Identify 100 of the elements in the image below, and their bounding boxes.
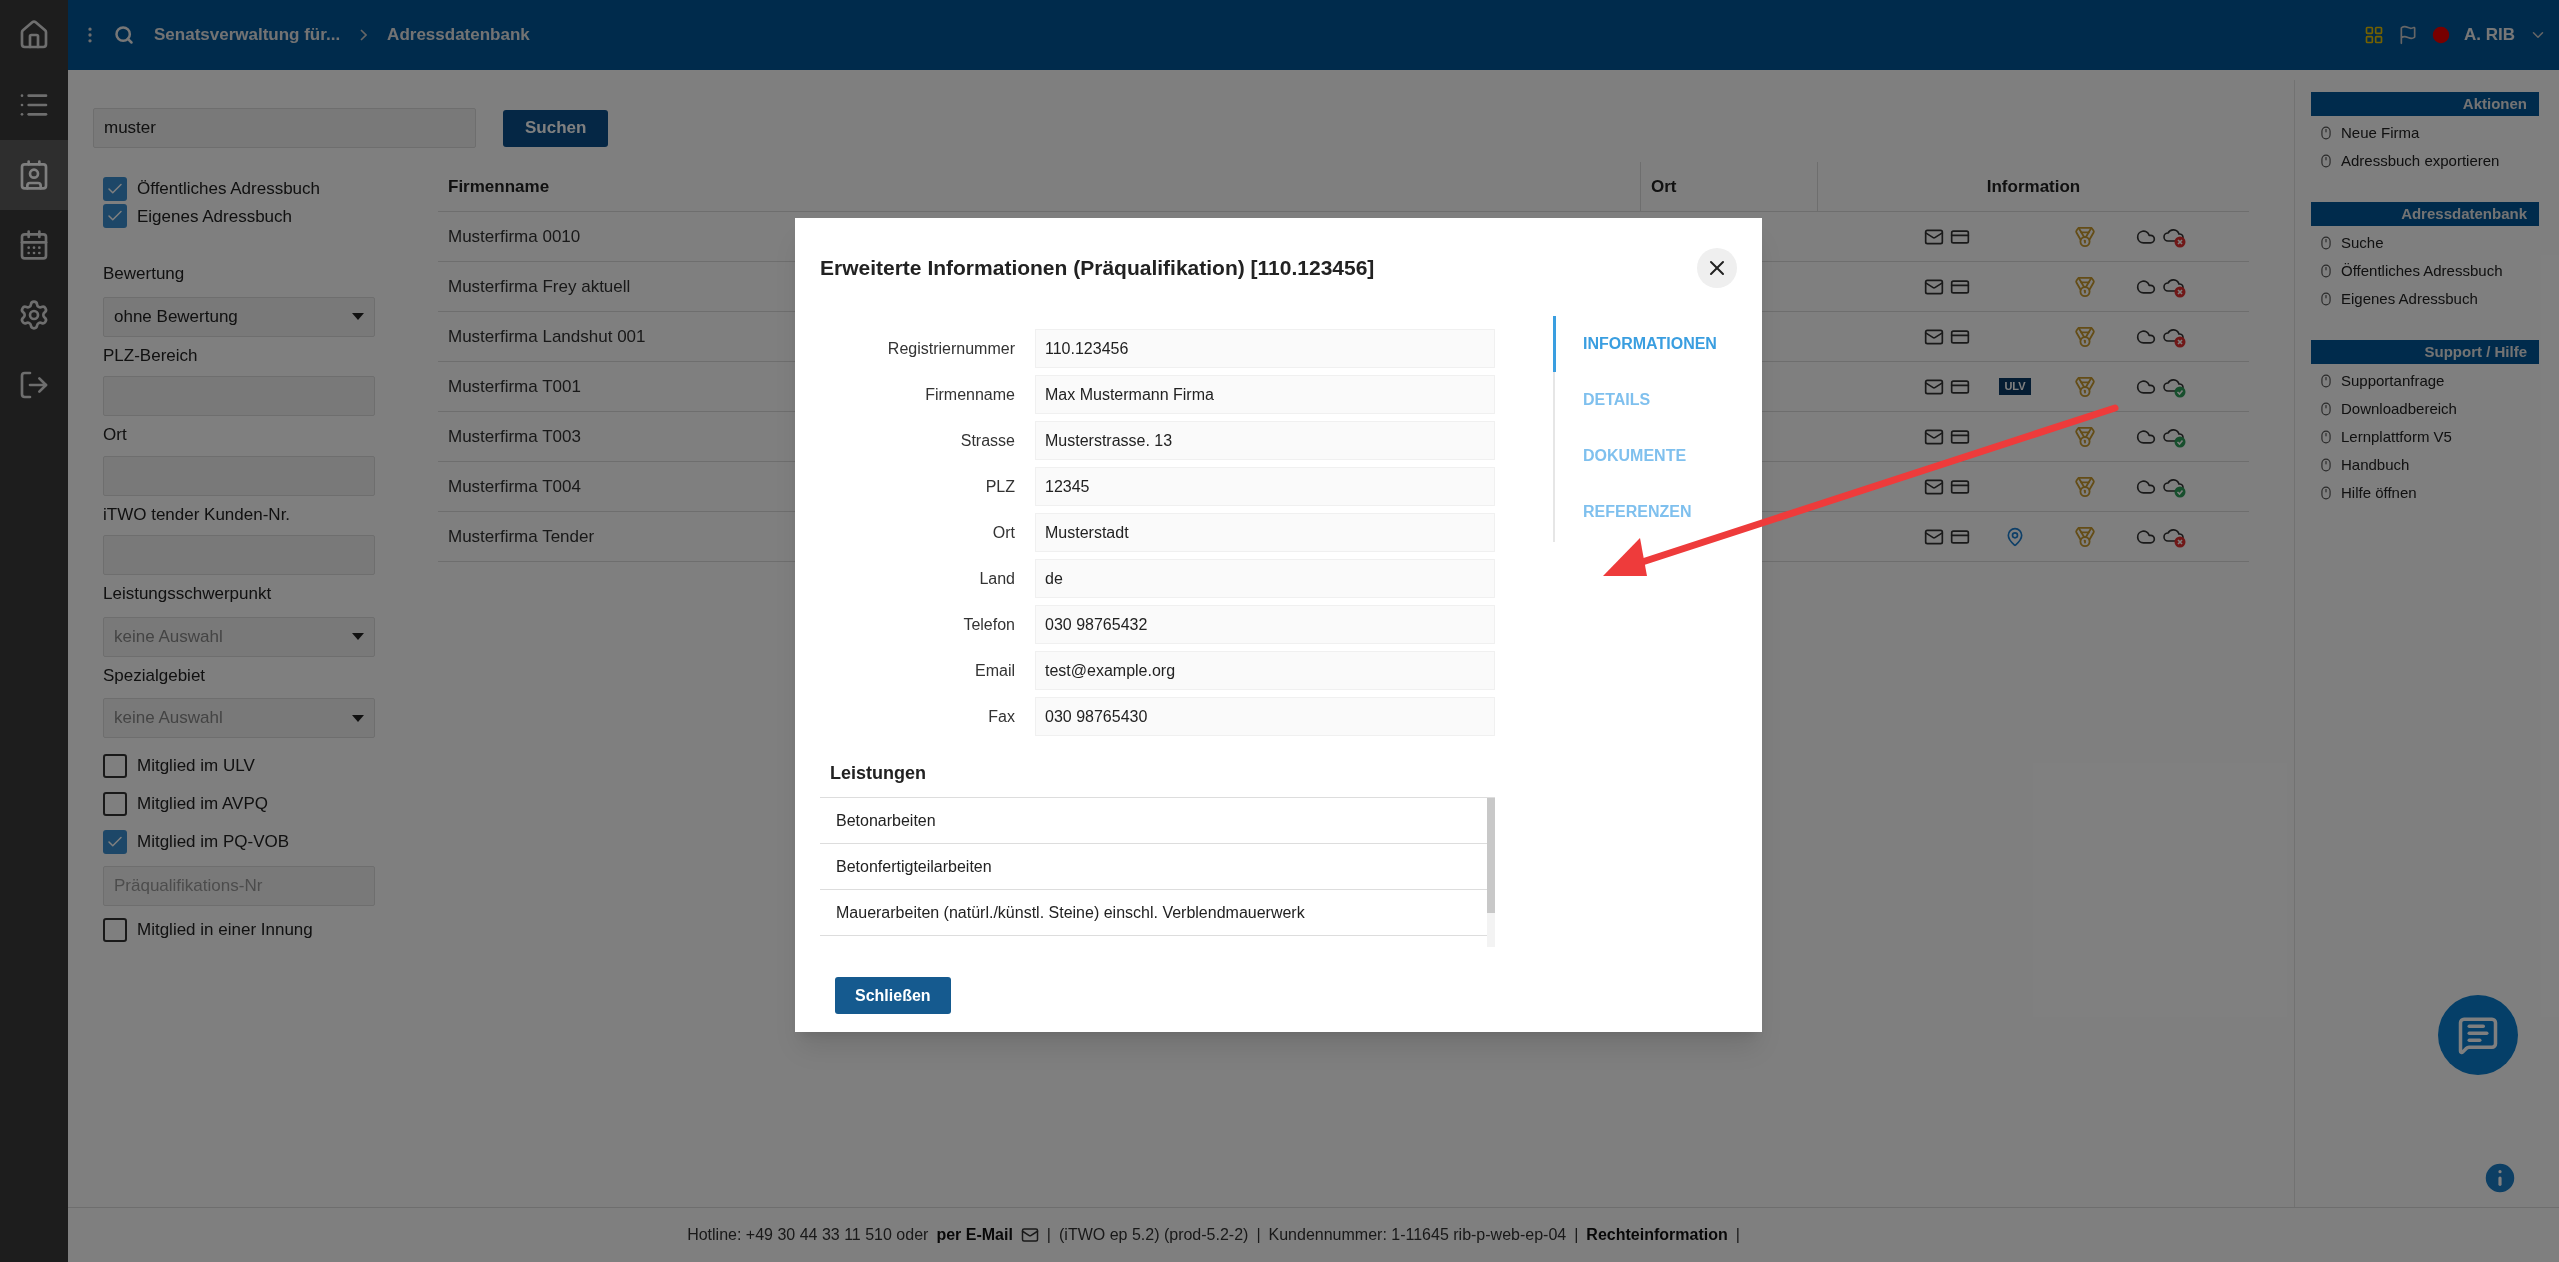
sidebar-link[interactable]: Öffentliches Adressbuch <box>2311 260 2539 282</box>
section-header: Adressdatenbank <box>2311 202 2539 226</box>
column-header[interactable]: Firmenname <box>448 173 550 200</box>
checkbox[interactable] <box>103 918 127 942</box>
checkbox-label: Mitglied in einer Innung <box>137 919 313 942</box>
email-link[interactable]: per E-Mail <box>936 1223 1013 1247</box>
field-value: 110.123456 <box>1035 329 1495 368</box>
checkbox[interactable] <box>103 830 127 854</box>
column-header[interactable]: Information <box>1986 173 2081 200</box>
sidebar-link[interactable]: Suche <box>2311 232 2539 254</box>
field-value: test@example.org <box>1035 651 1495 690</box>
table-cell: Musterfirma T001 <box>448 376 581 396</box>
search-button[interactable]: Suchen <box>503 109 609 147</box>
column-header[interactable]: Ort <box>1651 173 1677 200</box>
mouse-icon <box>2319 486 2333 500</box>
table-cell: Musterfirma Frey aktuell <box>448 276 631 296</box>
caret-icon <box>352 633 364 640</box>
checkbox-label: Mitglied im ULV <box>137 755 255 778</box>
field-label: Ort <box>991 522 1016 543</box>
table-cell: Musterfirma T004 <box>448 476 581 496</box>
search-field[interactable]: muster <box>93 108 476 148</box>
mouse-icon <box>2319 126 2333 140</box>
scrollbar[interactable] <box>1487 798 1495 947</box>
caret-icon <box>352 714 364 722</box>
field-label: PLZ <box>984 476 1016 497</box>
sidebar-link[interactable]: Handbuch <box>2311 454 2539 476</box>
close-dialog-button[interactable]: Schließen <box>835 977 951 1014</box>
field-value: 12345 <box>1035 467 1495 506</box>
table-cell: Musterfirma Tender <box>448 526 595 546</box>
field-value: Max Mustermann Firma <box>1035 375 1495 414</box>
checkbox[interactable] <box>103 204 127 229</box>
breadcrumb-item[interactable]: Senatsverwaltung für... <box>154 22 341 48</box>
field-label: Firmenname <box>924 384 1016 405</box>
calendar-icon <box>18 229 50 261</box>
field-label: Registriernummer <box>886 338 1016 359</box>
checkbox-label: Mitglied im PQ-VOB <box>137 831 290 854</box>
section-title: Leistungen <box>830 762 927 785</box>
sidebar-link[interactable]: Supportanfrage <box>2311 370 2539 392</box>
breadcrumb-item[interactable]: Adressdatenbank <box>387 22 530 48</box>
sidebar-link[interactable]: Eigenes Adressbuch <box>2311 288 2539 310</box>
checkbox-label: Eigenes Adressbuch <box>137 205 292 228</box>
badge: ULV <box>1999 378 2031 395</box>
separator: | <box>1256 1225 1261 1245</box>
settings-icon <box>18 299 50 331</box>
mouse-icon <box>2319 402 2333 416</box>
field-value: Musterstadt <box>1035 513 1495 552</box>
footer-text: (iTWO ep 5.2) (prod-5.2-2) <box>1059 1225 1249 1245</box>
filter-label: iTWO tender Kunden-Nr. <box>103 503 292 526</box>
field-value: 030 98765432 <box>1035 605 1495 644</box>
filter-label: PLZ-Bereich <box>103 344 199 367</box>
location-pin-icon[interactable] <box>2005 526 2025 547</box>
grid-icon[interactable] <box>2364 25 2384 45</box>
field-label: Strasse <box>959 430 1016 451</box>
sidebar-link[interactable]: Adressbuch exportieren <box>2311 150 2539 172</box>
chevron-icon <box>360 29 368 41</box>
footer-text: Hotline: +49 30 44 33 11 510 oder <box>687 1225 929 1245</box>
separator: | <box>1574 1225 1579 1245</box>
list-row: Mauerarbeiten (natürl./künstl. Steine) einschl. Verblendmauerwerk <box>820 890 1487 936</box>
field-label: Land <box>978 568 1016 589</box>
sidebar-link[interactable]: Hilfe öffnen <box>2311 482 2539 504</box>
footer-text: Kundennummer: 1-11645 rib-p-web-ep-04 <box>1268 1225 1567 1245</box>
section-header: Support / Hilfe <box>2311 340 2539 364</box>
sidebar-link[interactable]: Neue Firma <box>2311 122 2539 144</box>
filter-label: Leistungsschwerpunkt <box>103 583 273 605</box>
filter-label: Spezialgebiet <box>103 664 207 687</box>
dialog-tab[interactable]: INFORMATIONEN <box>1553 316 1717 372</box>
flag-icon[interactable] <box>2398 25 2418 45</box>
list-row: Betonfertigteilarbeiten <box>820 844 1487 890</box>
home-icon <box>18 19 50 51</box>
separator: | <box>1735 1225 1740 1245</box>
mail-icon[interactable] <box>1020 1226 1039 1244</box>
mouse-icon <box>2319 292 2333 306</box>
checkbox[interactable] <box>103 754 127 778</box>
section-header: Aktionen <box>2311 92 2539 116</box>
filter-label: Bewertung <box>103 263 186 285</box>
list-row: Betonarbeiten <box>820 798 1487 844</box>
search-icon[interactable] <box>114 25 134 45</box>
rights-link[interactable]: Rechteinformation <box>1586 1223 1728 1247</box>
logout-icon <box>18 369 50 401</box>
caret-icon <box>352 313 364 320</box>
field-label: Email <box>974 660 1016 681</box>
field-value: de <box>1035 559 1495 598</box>
sidebar-link[interactable]: Lernplattform V5 <box>2311 426 2539 448</box>
checkbox[interactable] <box>103 792 127 816</box>
user-name[interactable]: A. RIB <box>2464 22 2515 48</box>
sidebar-link[interactable]: Downloadbereich <box>2311 398 2539 420</box>
checkbox[interactable] <box>103 176 127 201</box>
mouse-icon <box>2319 458 2333 472</box>
mouse-icon <box>2319 264 2333 278</box>
status-dot-icon[interactable] <box>2432 26 2450 44</box>
table-cell: Musterfirma 0010 <box>448 226 581 246</box>
table-cell: Musterfirma Landshut 001 <box>448 326 646 346</box>
field-value: Musterstrasse. 13 <box>1035 421 1495 460</box>
close-button[interactable] <box>1697 248 1737 288</box>
separator: | <box>1046 1225 1051 1245</box>
checkbox-label: Öffentliches Adressbuch <box>137 178 320 200</box>
mouse-icon <box>2319 374 2333 388</box>
dropdown[interactable]: ohne Bewertung <box>103 296 375 337</box>
mouse-icon <box>2319 430 2333 444</box>
field-label: Fax <box>987 706 1016 727</box>
